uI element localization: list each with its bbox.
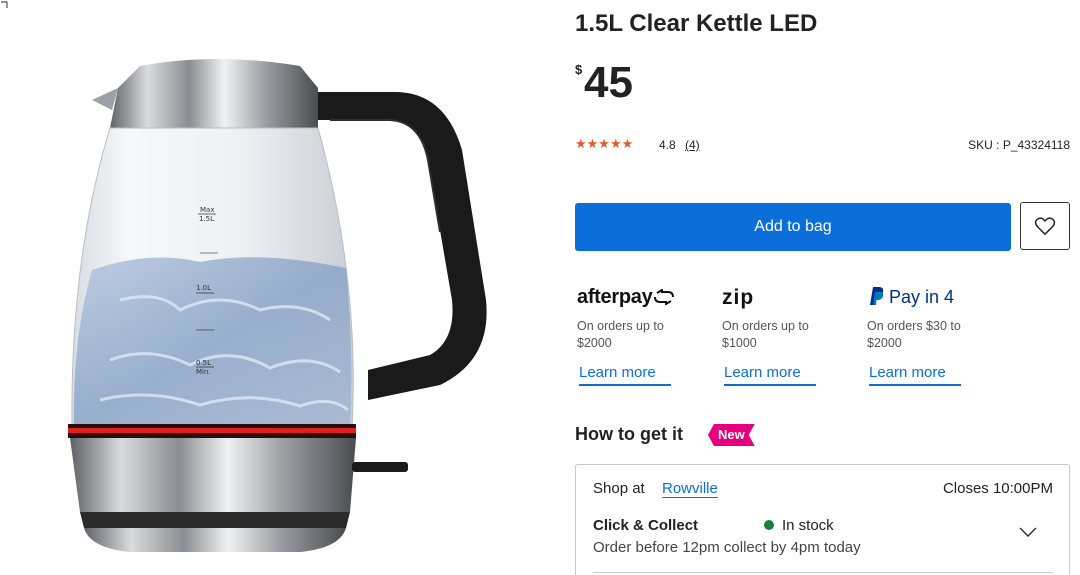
afterpay-arrows-icon [654,288,675,306]
stock-label: In stock [782,517,834,534]
sku: SKU : P_43324118 [968,138,1070,152]
divider [593,572,1053,573]
price-amount: 45 [584,58,633,107]
mark-half-l: 0.5L [196,359,211,367]
paypal-icon [870,287,884,305]
heart-icon [1034,217,1056,235]
store-closing-time: Closes 10:00PM [942,480,1053,497]
afterpay-logo: afterpay [577,286,717,312]
kettle-illustration: Max 1.5L 1.0L 0.5L Min. [68,59,487,552]
collect-note: Order before 12pm collect by 4pm today [593,539,861,556]
led-ring [68,428,356,433]
afterpay-description: On orders up to $2000 [577,319,664,350]
store-link[interactable]: Rowville [662,480,718,498]
stock-status: In stock [764,517,834,534]
star-rating-icon: ★★★★★ [575,136,634,151]
paypal-logo: Pay in 4 [867,286,1007,312]
paypal-option: Pay in 4 On orders $30 to $2000 Learn mo… [867,286,1007,386]
store-availability-box: Shop at Rowville Closes 10:00PM Click & … [575,464,1070,575]
zoom-indicator-icon [1,1,8,8]
mark-max: Max [200,206,214,214]
product-image[interactable]: Max 1.5L 1.0L 0.5L Min. [0,0,560,575]
mark-max-volume: 1.5L [199,215,214,223]
how-to-get-it-heading: How to get it [575,424,683,444]
price-currency: $ [575,62,583,77]
mark-1l: 1.0L [196,284,211,292]
product-details: 1.5L Clear Kettle LED $ 45 ★★★★★ 4.8 (4)… [575,0,1070,575]
paypal-learn-more-link[interactable]: Learn more [869,364,961,386]
zip-logo: zip [722,286,755,309]
zip-option: zip On orders up to $1000 Learn more [722,286,862,386]
mark-min: Min. [196,368,211,376]
rating-value: 4.8 [659,138,676,152]
zip-learn-more-link[interactable]: Learn more [724,364,816,386]
product-title: 1.5L Clear Kettle LED [575,10,818,37]
in-stock-dot-icon [764,520,774,530]
afterpay-option: afterpay On orders up to $2000 Learn mor… [577,286,717,386]
add-to-bag-button[interactable]: Add to bag [575,203,1011,251]
shop-at-label: Shop at [593,480,645,497]
wishlist-button[interactable] [1020,202,1070,250]
chevron-down-icon[interactable] [1019,527,1037,537]
zip-description: On orders up to $1000 [722,319,809,350]
rating-row: ★★★★★ 4.8 (4) SKU : P_43324118 [575,136,1070,156]
click-collect-title: Click & Collect [593,517,699,534]
paypal-description: On orders $30 to $2000 [867,319,961,350]
afterpay-learn-more-link[interactable]: Learn more [579,364,671,386]
new-badge: New [708,424,755,446]
review-count-link[interactable]: (4) [685,138,700,152]
